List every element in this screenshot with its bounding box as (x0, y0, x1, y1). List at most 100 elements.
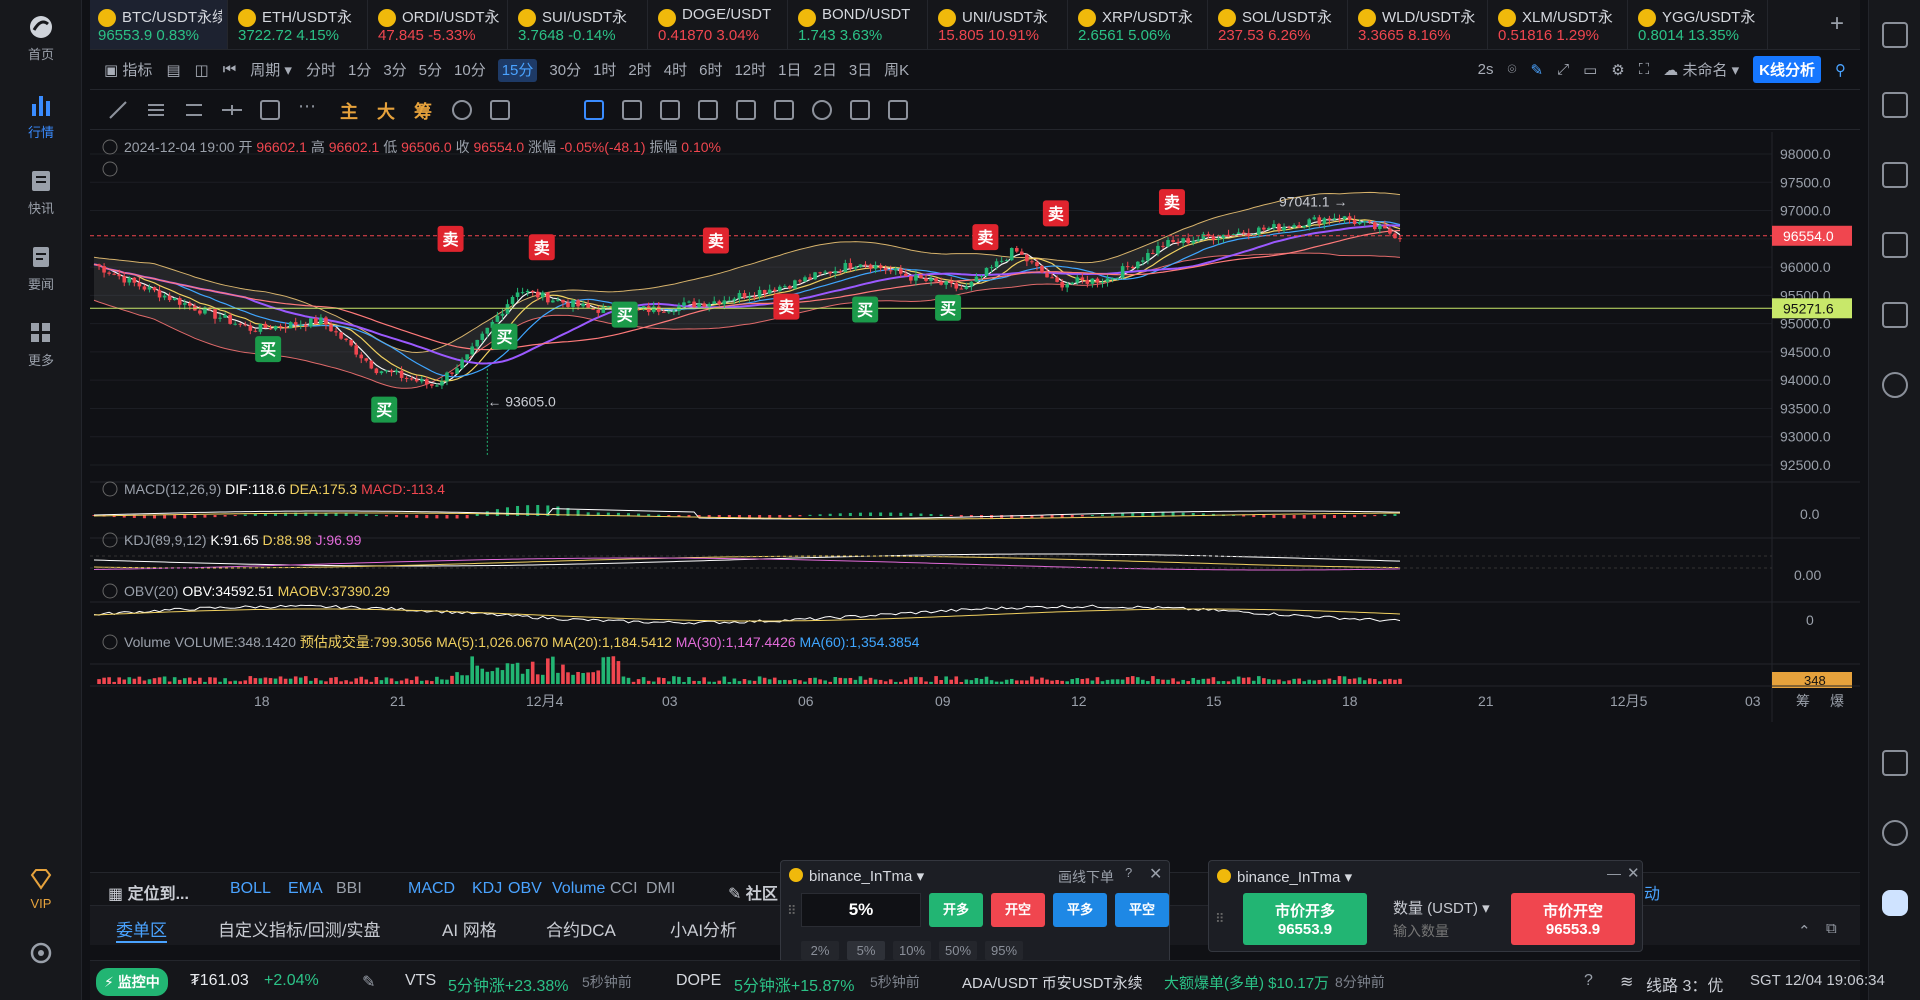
indicator-option[interactable]: KDJ (472, 880, 502, 898)
replay-icon[interactable]: ⏮ (223, 61, 237, 78)
bottom-tab[interactable]: 委单区 (116, 916, 167, 943)
timeframe-option[interactable]: 1时 (593, 62, 616, 79)
kline-analysis-button[interactable]: K线分析 (1753, 56, 1821, 83)
calendar-icon[interactable]: ▤ (166, 61, 180, 79)
cycle-tool-icon[interactable] (452, 100, 472, 120)
trash-icon[interactable] (888, 100, 908, 120)
indicator-option[interactable]: OBV (508, 880, 542, 898)
sell-signal[interactable]: 卖 (1042, 200, 1069, 227)
indicator-option[interactable]: DMI (646, 880, 675, 898)
alert-symbol-3[interactable]: ADA/USDT 币安USDT永续 (962, 972, 1143, 993)
ticker-tab[interactable]: BTC/USDT永续 96553.9 0.83% (90, 0, 228, 49)
bars-tool-icon[interactable] (698, 100, 718, 120)
collapse-icon[interactable] (102, 634, 118, 650)
rectangle-tool-icon[interactable] (260, 100, 280, 120)
monitor-badge[interactable]: ⚡ 监控中 (96, 968, 168, 996)
timeframe-option[interactable]: 3日 (849, 62, 872, 79)
timeframe-option[interactable]: 分时 (306, 62, 336, 79)
orderbook-icon[interactable] (1882, 92, 1908, 118)
percent-preset[interactable]: 2% (801, 941, 839, 960)
nav-flash[interactable]: 快讯 (0, 168, 82, 217)
share-icon[interactable]: ⚲ (1835, 61, 1846, 79)
ticker-tab[interactable]: SOL/USDT永 237.53 6.26% (1210, 0, 1348, 49)
ticker-tab[interactable]: WLD/USDT永 3.3665 8.16% (1350, 0, 1488, 49)
indicator-option[interactable]: BBI (336, 880, 362, 898)
kline-chart[interactable]: 98000.097500.097000.096500.096000.095500… (90, 132, 1860, 872)
buy-signal[interactable]: 买 (491, 323, 518, 350)
indicator-button[interactable]: ▣ 指标 (104, 59, 152, 80)
nav-market[interactable]: 行情 (0, 92, 82, 141)
bottom-tab[interactable]: AI 网格 (442, 916, 497, 941)
nav-more[interactable]: 更多 (0, 320, 82, 369)
collapse-icon[interactable] (102, 481, 118, 497)
collapse-icon[interactable] (102, 583, 118, 599)
percent-preset[interactable]: 5% (847, 941, 885, 960)
eraser-tool-icon[interactable] (812, 100, 832, 120)
bottom-tab[interactable]: 自定义指标/回测/实盘 (218, 916, 380, 941)
sync-icon[interactable] (1882, 372, 1908, 398)
line-tool-icon[interactable] (108, 100, 128, 120)
menu-icon[interactable] (1882, 22, 1908, 48)
indicator-option[interactable]: BOLL (230, 880, 271, 898)
quantity-input[interactable] (1393, 921, 1489, 941)
expand-icon[interactable] (102, 161, 118, 177)
sell-signal[interactable]: 卖 (972, 224, 999, 251)
account-select[interactable]: binance_InTma ▾ (1237, 868, 1352, 886)
lock-tool-icon[interactable] (736, 100, 756, 120)
close-icon[interactable]: ✕ (1627, 864, 1640, 882)
close-long-button[interactable]: 平多 (1053, 893, 1107, 927)
sell-signal[interactable]: 卖 (1158, 189, 1185, 216)
buy-signal[interactable]: 买 (935, 294, 962, 321)
open-long-button[interactable]: 开多 (929, 893, 983, 927)
account-select[interactable]: binance_InTma ▾ (809, 867, 924, 885)
alert-symbol-2[interactable]: DOPE (676, 972, 721, 990)
nav-home[interactable]: 首页 (0, 14, 82, 63)
sell-signal[interactable]: 卖 (437, 225, 464, 252)
large-order-toggle[interactable]: 大 (377, 98, 395, 124)
expand-icon[interactable]: ⤢ (1557, 61, 1569, 78)
ticker-tab[interactable]: SUI/USDT永 3.7648 -0.14% (510, 0, 648, 49)
sell-signal[interactable]: 卖 (773, 293, 800, 320)
ticker-tab[interactable]: DOGE/USDT 0.41870 3.04% (650, 0, 788, 49)
buy-signal[interactable]: 买 (255, 336, 282, 363)
headset-icon[interactable] (1882, 820, 1908, 846)
cloud-layout-dropdown[interactable]: ☁ 未命名 ▾ (1663, 59, 1739, 80)
ticker-tab[interactable]: ORDI/USDT永 47.845 -5.33% (370, 0, 508, 49)
sell-signal[interactable]: 卖 (528, 234, 555, 261)
ruler-tool-icon[interactable] (622, 100, 642, 120)
filter-tool-icon[interactable] (850, 100, 870, 120)
percent-preset[interactable]: 50% (939, 941, 977, 960)
bottom-tab[interactable]: 小AI分析 (670, 916, 737, 941)
ticker-tab[interactable]: ETH/USDT永 3722.72 4.15% (230, 0, 368, 49)
timeframe-option[interactable]: 1日 (778, 62, 801, 79)
alert-symbol-1[interactable]: VTS (405, 972, 436, 990)
fullscreen-icon[interactable]: ⛶ (1639, 61, 1650, 78)
timeframe-option[interactable]: 30分 (549, 62, 581, 79)
drag-handle-icon[interactable]: ⠿ (1215, 911, 1225, 927)
quantity-unit-select[interactable]: 数量 (USDT) ▾ (1393, 897, 1490, 918)
refresh-rate[interactable]: 2s (1478, 61, 1494, 78)
open-short-button[interactable]: 开空 (991, 893, 1045, 927)
trend-icon[interactable] (1882, 232, 1908, 258)
percent-input[interactable]: 5% (801, 893, 921, 927)
chips-toggle[interactable]: 筹 (414, 98, 432, 124)
timeframe-option[interactable]: 15分 (497, 59, 538, 82)
layout-icon[interactable] (1882, 750, 1908, 776)
indicator-option[interactable]: Volume (552, 880, 605, 898)
parallel-tool-icon[interactable] (146, 100, 166, 120)
horizontal-line-icon[interactable] (222, 100, 242, 120)
screen-icon[interactable]: ▭ (1583, 61, 1597, 79)
close-short-button[interactable]: 平空 (1115, 893, 1169, 927)
edit-tool-icon[interactable] (774, 100, 794, 120)
camera-icon[interactable]: ⌾ (1508, 61, 1517, 78)
measure-tool-icon[interactable] (490, 100, 510, 120)
period-dropdown[interactable]: 周期 ▾ (250, 59, 292, 80)
timeframe-option[interactable]: 2时 (628, 62, 651, 79)
ticker-tab[interactable]: YGG/USDT永 0.8014 13.35% (1630, 0, 1768, 49)
timeframe-option[interactable]: 1分 (348, 62, 371, 79)
nav-headlines[interactable]: 要闻 (0, 244, 82, 293)
more-tools-icon[interactable]: ⋯ (298, 96, 316, 117)
buy-signal[interactable]: 买 (371, 396, 398, 423)
monitor-icon[interactable] (1882, 302, 1908, 328)
dollar-icon[interactable] (1882, 162, 1908, 188)
